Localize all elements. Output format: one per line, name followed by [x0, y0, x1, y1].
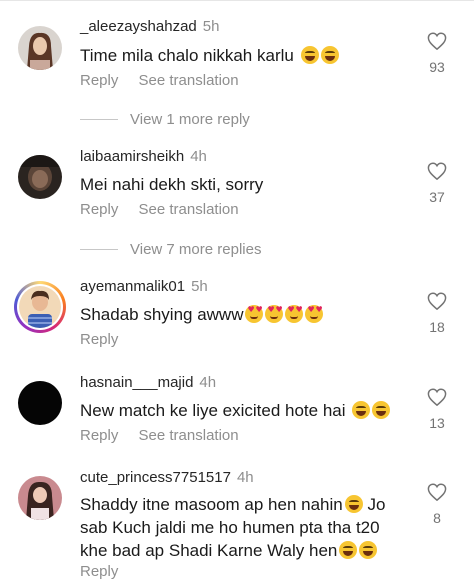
comment-actions: Reply See translation [80, 427, 255, 444]
heart-outline-icon[interactable] [427, 32, 447, 50]
like-button[interactable]: 93 [426, 32, 448, 75]
comment-actions: Reply [80, 563, 134, 579]
comment-actions: Reply See translation [80, 72, 255, 89]
comment-username[interactable]: _aleezayshahzad 5h [80, 18, 219, 35]
username-text[interactable]: cute_princess7751517 [80, 469, 231, 486]
comment-username[interactable]: laibaamirsheikh 4h [80, 148, 207, 165]
top-divider [0, 0, 474, 1]
avatar[interactable] [18, 381, 62, 425]
heart-eyes-emoji-icon [285, 305, 304, 323]
view-replies-button[interactable]: View 7 more replies [80, 241, 261, 258]
comment-text: Shaddy itne masoom ap hen nahin Jo sab K… [80, 493, 420, 562]
reply-button[interactable]: Reply [80, 563, 118, 579]
like-button[interactable]: 37 [426, 162, 448, 205]
comment-body: New match ke liye exicited hote hai [80, 401, 346, 420]
username-text[interactable]: hasnain___majid [80, 374, 193, 391]
story-ring[interactable] [14, 281, 66, 333]
laugh-emoji-icon [300, 46, 319, 64]
heart-eyes-emoji-icon [245, 305, 264, 323]
comment-body: Mei nahi dekh skti, sorry [80, 175, 264, 194]
reply-button[interactable]: Reply [80, 201, 118, 218]
comment-body: Shadab shying awww [80, 305, 244, 324]
view-replies-label[interactable]: View 7 more replies [130, 241, 261, 258]
see-translation-button[interactable]: See translation [139, 201, 239, 218]
comment-time: 5h [191, 278, 208, 295]
username-text[interactable]: _aleezayshahzad [80, 18, 197, 35]
heart-outline-icon[interactable] [427, 483, 447, 501]
like-count: 93 [429, 59, 445, 75]
comment-body-line: Shaddy itne masoom ap hen nahin [80, 495, 343, 514]
avatar[interactable] [18, 476, 62, 520]
avatar[interactable] [18, 26, 62, 70]
laugh-emoji-icon [352, 401, 371, 419]
comment-time: 4h [190, 148, 207, 165]
like-count: 18 [429, 319, 445, 335]
laugh-emoji-icon [372, 401, 391, 419]
reply-button[interactable]: Reply [80, 427, 118, 444]
see-translation-button[interactable]: See translation [139, 427, 239, 444]
replies-divider [80, 119, 118, 120]
comment-username[interactable]: hasnain___majid 4h [80, 374, 216, 391]
reply-button[interactable]: Reply [80, 72, 118, 89]
comment-text: Time mila chalo nikkah karlu [80, 44, 410, 67]
comment-text: Mei nahi dekh skti, sorry [80, 173, 410, 196]
comment-time: 4h [236, 469, 254, 486]
like-button[interactable]: 8 [426, 483, 448, 526]
comment-body-line: Jo [362, 495, 386, 514]
comment-actions: Reply See translation [80, 201, 255, 218]
comment-username[interactable]: ayemanmalik01 5h [80, 278, 208, 295]
laugh-emoji-icon [359, 541, 378, 559]
see-translation-button[interactable]: See translation [139, 72, 239, 89]
laugh-emoji-icon [344, 495, 363, 513]
heart-eyes-emoji-icon [305, 305, 324, 323]
view-replies-button[interactable]: View 1 more reply [80, 111, 250, 128]
reply-button[interactable]: Reply [80, 331, 118, 348]
like-count: 8 [433, 510, 441, 526]
comment-username[interactable]: cute_princess7751517 4h [80, 469, 254, 486]
like-button[interactable]: 18 [426, 292, 448, 335]
comment-body-line: khe bad ap Shadi Karne Waly hen [80, 541, 338, 560]
like-count: 37 [429, 189, 445, 205]
like-count: 13 [429, 415, 445, 431]
comment-text: Shadab shying awww [80, 303, 410, 326]
comment-body-line: sab Kuch jaldi me ho humen pta tha t20 [80, 518, 380, 537]
username-text[interactable]: laibaamirsheikh [80, 148, 184, 165]
username-text[interactable]: ayemanmalik01 [80, 278, 185, 295]
comment-text: New match ke liye exicited hote hai [80, 399, 410, 422]
comment-actions: Reply [80, 331, 134, 348]
avatar[interactable] [18, 155, 62, 199]
like-button[interactable]: 13 [426, 388, 448, 431]
heart-outline-icon[interactable] [427, 292, 447, 310]
comment-time: 5h [202, 18, 220, 35]
comment-body: Time mila chalo nikkah karlu [80, 46, 294, 65]
comment-time: 4h [199, 374, 217, 391]
heart-outline-icon[interactable] [427, 388, 447, 406]
avatar[interactable] [19, 286, 61, 328]
heart-outline-icon[interactable] [427, 162, 447, 180]
heart-eyes-emoji-icon [265, 305, 284, 323]
laugh-emoji-icon [339, 541, 358, 559]
replies-divider [80, 249, 118, 250]
laugh-emoji-icon [320, 46, 339, 64]
view-replies-label[interactable]: View 1 more reply [130, 111, 250, 128]
